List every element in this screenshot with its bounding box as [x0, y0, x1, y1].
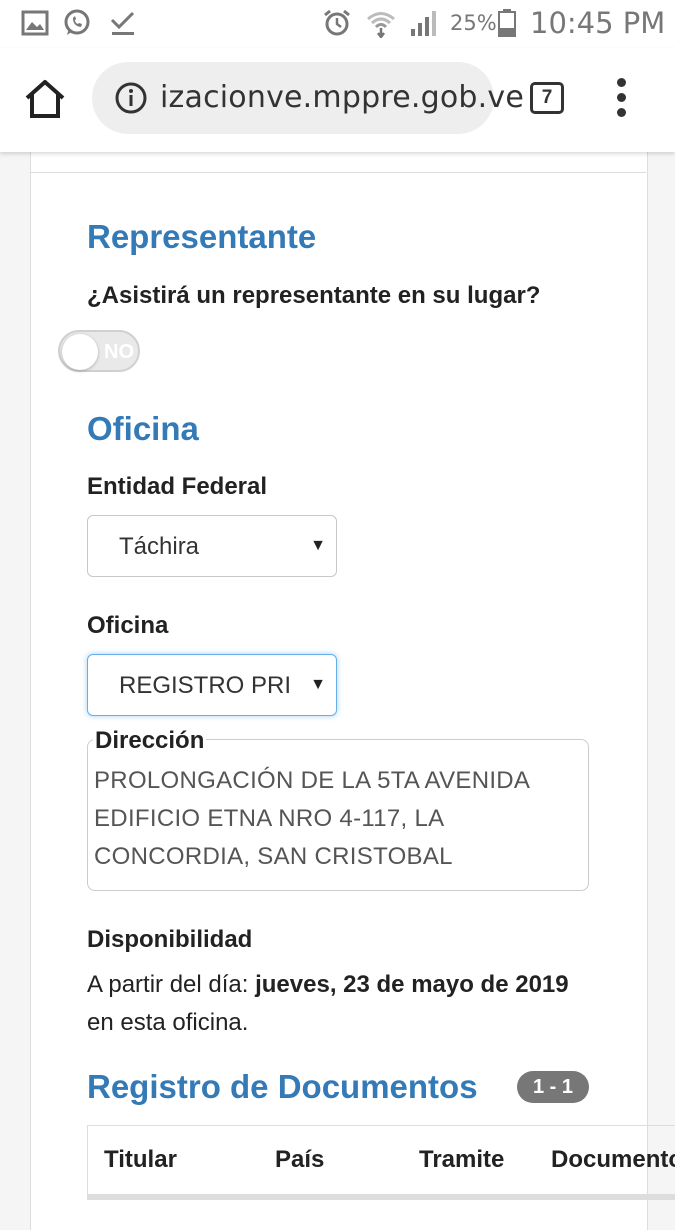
check-download-icon	[110, 11, 135, 35]
url-text[interactable]: izacionve.mppre.gob.ve	[160, 80, 524, 115]
whatsapp-icon	[64, 9, 90, 35]
battery-icon	[498, 9, 516, 37]
disponibilidad-label: Disponibilidad	[87, 926, 253, 953]
browser-toolbar: izacionve.mppre.gob.ve 7	[0, 48, 675, 152]
address-bar[interactable]: izacionve.mppre.gob.ve	[92, 62, 524, 134]
column-header-titular[interactable]: Titular	[104, 1146, 177, 1174]
disponibilidad-text: A partir del día: jueves, 23 de mayo de …	[87, 966, 587, 1042]
gallery-icon	[21, 10, 49, 36]
availability-prefix: A partir del día:	[87, 971, 256, 998]
overflow-menu-icon[interactable]	[610, 78, 634, 118]
entidad-federal-label: Entidad Federal	[87, 473, 268, 500]
oficina-select[interactable]: REGISTRO PRI ▼	[87, 654, 337, 716]
direccion-text: PROLONGACIÓN DE LA 5TA AVENIDA EDIFICIO …	[94, 767, 529, 870]
entidad-federal-select[interactable]: Táchira ▼	[87, 515, 337, 577]
signal-icon	[411, 11, 436, 36]
battery-percent: 25%	[450, 11, 497, 35]
availability-suffix: en esta oficina.	[87, 1009, 249, 1036]
column-header-pais[interactable]: País	[275, 1146, 324, 1174]
oficina-section-title: Oficina	[87, 410, 199, 447]
count-badge: 1 - 1	[517, 1071, 589, 1103]
representante-question: ¿Asistirá un representante en su lugar?	[87, 282, 541, 309]
documents-table: Titular País Tramite Documento	[87, 1125, 675, 1200]
chevron-down-icon: ▼	[310, 537, 326, 554]
tab-switcher-button[interactable]: 7	[530, 82, 564, 114]
oficina-value: REGISTRO PRI	[119, 672, 292, 699]
chevron-down-icon: ▼	[310, 676, 326, 693]
alarm-icon	[324, 9, 350, 36]
entidad-federal-value: Táchira	[119, 533, 200, 560]
registro-documentos-title: Registro de Documentos	[87, 1068, 478, 1105]
direccion-label: Dirección	[93, 727, 207, 755]
clock: 10:45 PM	[530, 6, 666, 40]
column-header-tramite[interactable]: Tramite	[419, 1146, 504, 1174]
table-header-divider	[88, 1194, 675, 1200]
status-bar: 25% 10:45 PM	[0, 0, 675, 48]
representante-title: Representante	[87, 218, 317, 255]
card-divider	[30, 172, 646, 173]
info-icon[interactable]	[114, 81, 148, 115]
home-icon[interactable]	[22, 76, 68, 122]
wifi-icon	[367, 12, 395, 38]
representante-toggle[interactable]: NO	[58, 330, 140, 372]
toggle-label: NO	[104, 341, 134, 363]
toggle-knob[interactable]	[62, 334, 98, 370]
availability-date: jueves, 23 de mayo de 2019	[255, 971, 569, 998]
oficina-label: Oficina	[87, 612, 169, 639]
column-header-documento[interactable]: Documento	[551, 1146, 675, 1174]
